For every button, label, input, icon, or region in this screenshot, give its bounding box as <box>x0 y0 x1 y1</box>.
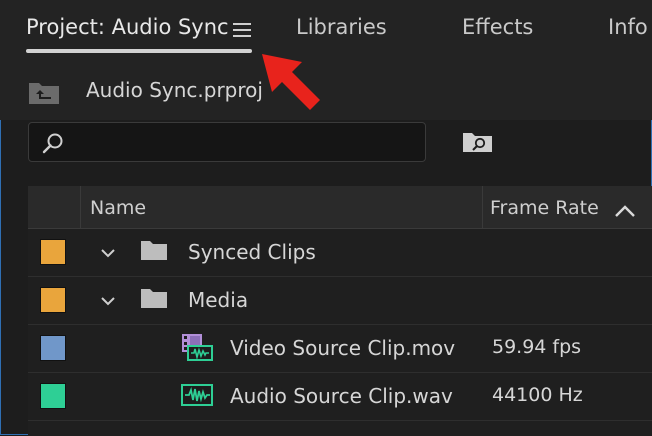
find-icon[interactable] <box>462 130 494 154</box>
label-color-swatch[interactable] <box>40 383 66 409</box>
table-row[interactable]: Media <box>28 276 652 325</box>
tab-libraries[interactable]: Libraries <box>296 15 387 39</box>
table-header: Name Frame Rate <box>28 186 652 229</box>
frame-rate-value: 59.94 fps <box>492 336 582 358</box>
label-color-swatch[interactable] <box>40 239 66 265</box>
bin-name: Media <box>188 288 249 312</box>
active-tab-indicator <box>26 49 252 53</box>
table-row[interactable]: Audio Source Clip.wav 44100 Hz <box>28 372 652 421</box>
chevron-down-icon[interactable] <box>100 244 116 258</box>
search-icon <box>41 131 65 155</box>
clip-name: Video Source Clip.mov <box>230 336 456 360</box>
table-row[interactable]: Video Source Clip.mov 59.94 fps <box>28 324 652 373</box>
frame-rate-value: 44100 Hz <box>492 384 583 406</box>
column-header-name[interactable]: Name <box>90 197 146 219</box>
tab-project[interactable]: Project: Audio Sync <box>26 15 229 39</box>
column-header-frame-rate[interactable]: Frame Rate <box>490 197 599 219</box>
folder-icon <box>140 287 168 309</box>
video-clip-icon <box>180 332 214 362</box>
tab-effects[interactable]: Effects <box>462 15 533 39</box>
tab-info[interactable]: Info <box>608 15 648 39</box>
hamburger-menu-icon[interactable] <box>233 23 251 39</box>
sort-ascending-icon[interactable] <box>614 203 636 217</box>
label-color-swatch[interactable] <box>40 287 66 313</box>
project-items-table: Name Frame Rate Synced Clips Media Video… <box>28 186 652 436</box>
folder-icon <box>140 239 168 261</box>
label-color-swatch[interactable] <box>40 335 66 361</box>
folder-up-icon[interactable] <box>28 79 60 105</box>
table-row[interactable]: Synced Clips <box>28 228 652 277</box>
bin-name: Synced Clips <box>188 240 316 264</box>
annotation-arrow <box>258 50 328 120</box>
audio-clip-icon <box>180 380 214 410</box>
search-input[interactable] <box>28 122 426 162</box>
chevron-down-icon[interactable] <box>100 292 116 306</box>
clip-name: Audio Source Clip.wav <box>230 384 453 408</box>
project-file-name: Audio Sync.prproj <box>86 78 263 102</box>
